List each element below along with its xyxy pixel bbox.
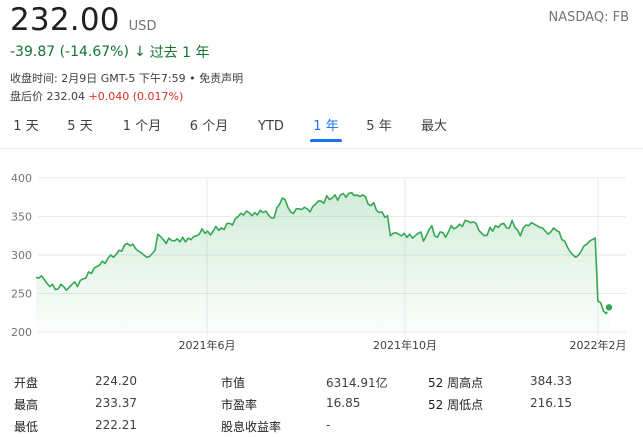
y-tick-label: 350 xyxy=(11,211,32,224)
tab-6m[interactable]: 6 个月 xyxy=(183,116,235,142)
stat-value-dividend: - xyxy=(326,418,331,432)
x-tick-label: 2021年10月 xyxy=(373,338,437,352)
y-tick-label: 300 xyxy=(11,249,32,262)
stat-label-mktcap: 市值 xyxy=(221,376,246,390)
stat-value-low: 222.21 xyxy=(95,418,137,432)
arrow-down-icon: ↓ xyxy=(133,44,146,60)
price-change: -39.87 (-14.67%) ↓ 过去 1 年 xyxy=(10,42,210,62)
stat-label-52w-low: 52 周低点 xyxy=(428,398,484,412)
tab-max[interactable]: 最大 xyxy=(414,116,454,142)
tab-ytd[interactable]: YTD xyxy=(250,116,292,142)
stat-label-open: 开盘 xyxy=(14,376,39,390)
change-period: 过去 1 年 xyxy=(149,45,210,61)
stat-value-high: 233.37 xyxy=(95,396,137,410)
y-tick-label: 400 xyxy=(11,172,32,185)
x-tick-label: 2021年6月 xyxy=(179,338,236,352)
price-chart[interactable]: 400 350 300 250 200 2021年6月 2021年10月 2022年2月 xyxy=(0,150,643,360)
stat-value-mktcap: 6314.91亿 xyxy=(326,376,388,390)
currency-label: USD xyxy=(128,19,157,34)
after-hours-delta: +0.040 (0.017%) xyxy=(88,90,184,103)
price-chart-svg: 400 350 300 250 200 2021年6月 2021年10月 2022年2月 xyxy=(11,172,627,352)
tab-1y[interactable]: 1 年 xyxy=(307,116,345,142)
stat-value-52w-low: 216.15 xyxy=(530,396,572,410)
last-price-dot xyxy=(604,302,614,313)
range-tabs: 1 天 5 天 1 个月 6 个月 YTD 1 年 5 年 最大 xyxy=(0,116,643,144)
current-price: 232.00 xyxy=(10,2,120,38)
stat-label-dividend: 股息收益率 xyxy=(221,420,282,434)
y-tick-label: 250 xyxy=(11,288,32,301)
stat-value-open: 224.20 xyxy=(95,374,137,388)
x-tick-label: 2022年2月 xyxy=(570,338,627,352)
stat-label-52w-high: 52 周高点 xyxy=(428,376,484,390)
exchange-ticker: NASDAQ: FB xyxy=(548,10,629,25)
close-time-text: 收盘时间: 2月9日 GMT-5 下午7:59 • 免责声明 xyxy=(10,72,244,85)
tabs-divider xyxy=(0,148,643,149)
tab-5y[interactable]: 5 年 xyxy=(360,116,398,142)
stat-value-52w-high: 384.33 xyxy=(530,374,572,388)
close-time-line: 收盘时间: 2月9日 GMT-5 下午7:59 • 免责声明 xyxy=(10,70,243,86)
stat-label-low: 最低 xyxy=(14,420,39,434)
tab-1m[interactable]: 1 个月 xyxy=(116,116,168,142)
stat-value-pe: 16.85 xyxy=(326,396,361,410)
after-hours-line: 盘后价 232.04 +0.040 (0.017%) xyxy=(10,88,183,104)
tab-5d[interactable]: 5 天 xyxy=(61,116,99,142)
stat-label-pe: 市盈率 xyxy=(221,398,258,412)
y-tick-label: 200 xyxy=(11,326,32,339)
price-area xyxy=(36,192,609,332)
after-hours-price: 232.04 xyxy=(46,90,86,103)
stat-label-high: 最高 xyxy=(14,398,39,412)
tab-1d[interactable]: 1 天 xyxy=(8,116,44,142)
price-block: 232.00 USD xyxy=(10,2,156,38)
change-value: -39.87 (-14.67%) xyxy=(10,44,129,60)
after-hours-label: 盘后价 xyxy=(10,90,43,103)
